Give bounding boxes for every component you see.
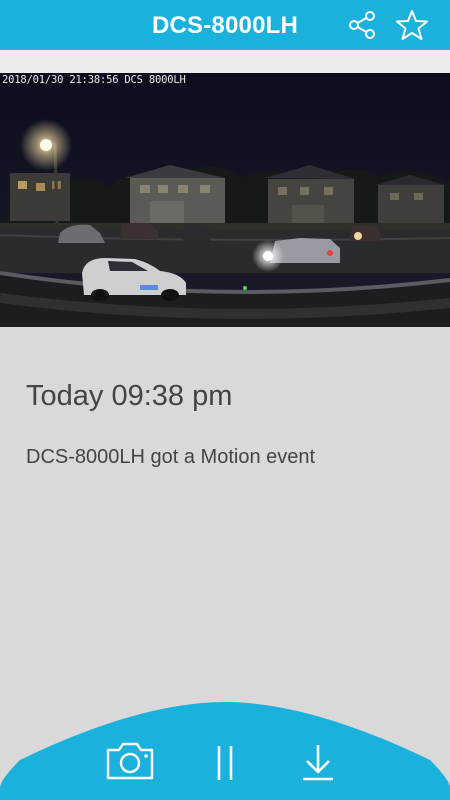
timestamp-overlay: 2018/01/30 21:38:56 DCS 8000LH — [2, 74, 186, 86]
camera-video-feed[interactable]: 2018/01/30 21:38:56 DCS 8000LH — [0, 73, 450, 327]
camera-icon[interactable] — [104, 740, 156, 782]
page-title: DCS-8000LH — [151, 12, 299, 39]
pause-icon[interactable] — [205, 742, 245, 782]
event-description: DCS-8000LH got a Motion event — [26, 446, 316, 468]
video-top-strip — [0, 50, 450, 73]
house — [375, 175, 445, 223]
app-bar: DCS-8000LH — [0, 0, 450, 50]
share-icon[interactable] — [346, 9, 378, 41]
car — [183, 225, 210, 241]
download-icon[interactable] — [298, 742, 338, 782]
night-street-scene — [0, 73, 450, 327]
car — [120, 223, 158, 239]
house — [10, 173, 70, 221]
star-icon[interactable] — [396, 9, 428, 41]
car — [350, 225, 380, 241]
bottom-toolbar — [0, 700, 450, 800]
event-time: Today 09:38 pm — [26, 380, 233, 412]
